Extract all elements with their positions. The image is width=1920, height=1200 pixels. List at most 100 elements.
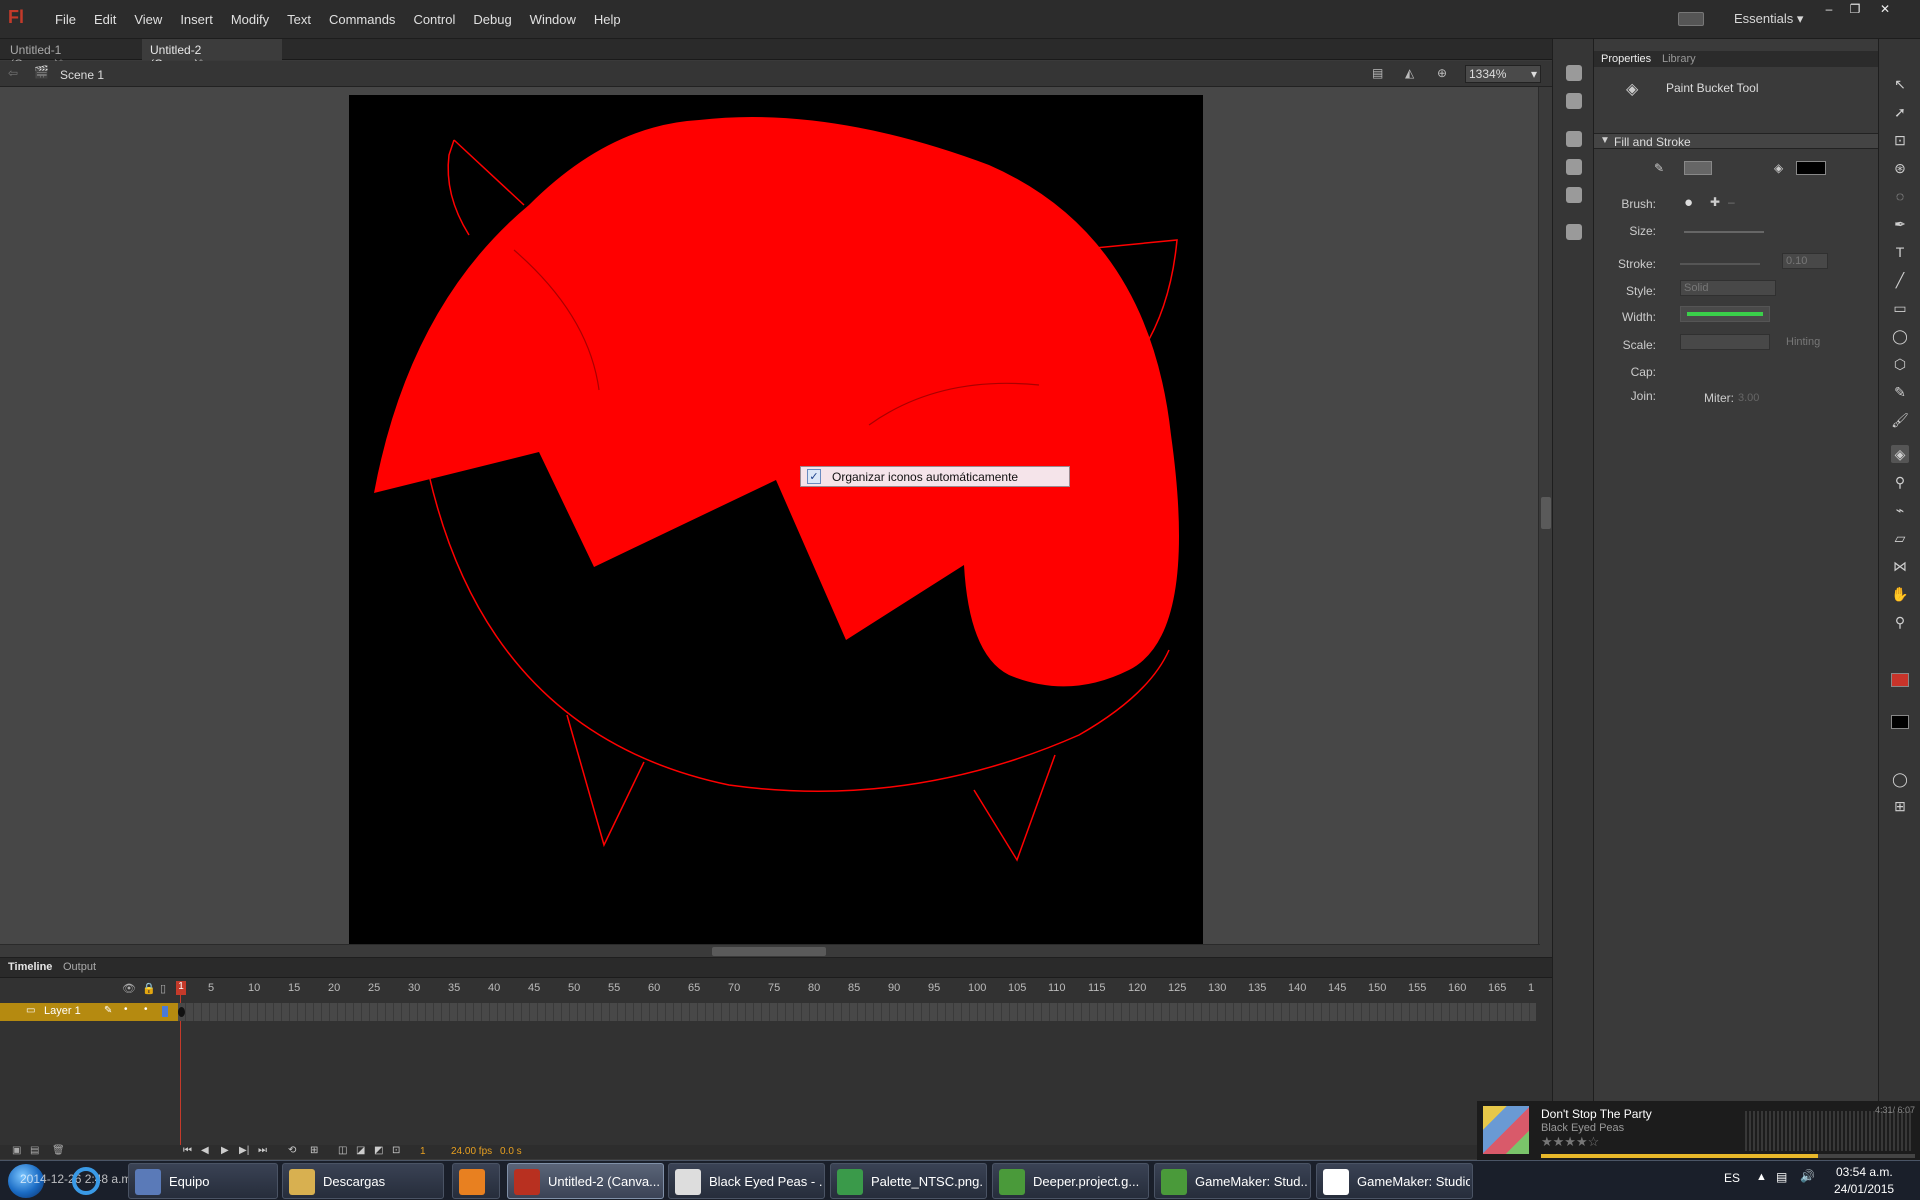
volume-icon[interactable]: 🔊: [1800, 1169, 1815, 1183]
tab-untitled-1[interactable]: Untitled-1 (Canvas)*×: [2, 39, 142, 71]
menu-text[interactable]: Text: [278, 12, 320, 27]
frames-row[interactable]: [178, 1003, 1536, 1021]
color-panel-icon[interactable]: [1566, 93, 1582, 109]
workspace-switcher[interactable]: Essentials ▾: [1734, 11, 1803, 27]
delete-icon[interactable]: 🗑: [52, 1145, 65, 1156]
stage-area[interactable]: [0, 87, 1540, 957]
clock-time[interactable]: 03:54 a.m.: [1836, 1165, 1893, 1179]
layer-color-swatch[interactable]: [162, 1006, 168, 1017]
taskbar-button[interactable]: Palette_NTSC.png...: [830, 1163, 987, 1199]
scale-select[interactable]: [1680, 334, 1770, 350]
hinting-checkbox[interactable]: Hinting: [1786, 336, 1820, 348]
taskbar-button[interactable]: GameMaker: Studio: [1316, 1163, 1473, 1199]
oval-tool-icon[interactable]: ◯: [1891, 327, 1909, 345]
snap-icon[interactable]: ⊞: [1891, 797, 1909, 815]
edit-scene-icon[interactable]: ▤: [1372, 66, 1383, 80]
lock-icon[interactable]: 🔒: [142, 982, 156, 995]
prev-frame-icon[interactable]: ◀: [201, 1145, 209, 1156]
menu-insert[interactable]: Insert: [171, 12, 222, 27]
plus-icon[interactable]: ✚: [1710, 195, 1720, 209]
keyframe-dot[interactable]: [178, 1007, 185, 1017]
taskbar-button[interactable]: Untitled-2 (Canva...: [507, 1163, 664, 1199]
eyedropper-tool-icon[interactable]: ⌁: [1891, 501, 1909, 519]
back-arrow-icon[interactable]: ⇦: [8, 66, 18, 80]
loop-icon[interactable]: ⟲: [288, 1145, 296, 1156]
horizontal-scrollbar[interactable]: [0, 944, 1540, 957]
brush-shape-icon[interactable]: ●: [1684, 194, 1693, 211]
menu-file[interactable]: File: [46, 12, 85, 27]
play-icon[interactable]: ▶: [221, 1145, 229, 1156]
center-stage-icon[interactable]: ⊕: [1437, 66, 1447, 80]
eye-icon[interactable]: 👁: [122, 982, 136, 995]
stage-canvas[interactable]: [349, 95, 1203, 944]
menu-commands[interactable]: Commands: [320, 12, 404, 27]
tab-library[interactable]: Library: [1662, 53, 1696, 65]
track-progress[interactable]: [1541, 1154, 1915, 1158]
brush-tool-icon[interactable]: 🖌: [1891, 411, 1909, 429]
3d-rotation-tool-icon[interactable]: ⊛: [1891, 159, 1909, 177]
taskbar-button[interactable]: Descargas: [282, 1163, 444, 1199]
layer-row[interactable]: ▭ Layer 1 ✎ • •: [0, 1003, 178, 1021]
hand-tool-icon[interactable]: ✋: [1891, 585, 1909, 603]
outline-icon[interactable]: ▯: [160, 982, 166, 995]
menu-edit[interactable]: Edit: [85, 12, 125, 27]
fill-color-tool[interactable]: [1891, 715, 1909, 729]
vertical-scrollbar[interactable]: [1538, 87, 1552, 945]
rating-stars[interactable]: ★★★★☆: [1541, 1134, 1599, 1150]
taskbar-button[interactable]: [452, 1163, 500, 1199]
minus-icon[interactable]: –: [1728, 195, 1735, 209]
menu-control[interactable]: Control: [404, 12, 464, 27]
pen-tool-icon[interactable]: ✒: [1891, 215, 1909, 233]
context-menu-item[interactable]: ✓ Organizar iconos automáticamente: [800, 466, 1070, 487]
stroke-color-swatch[interactable]: [1684, 161, 1712, 175]
tab-timeline[interactable]: Timeline: [8, 961, 52, 973]
stroke-width-field[interactable]: 0.10: [1782, 253, 1828, 269]
taskbar-button[interactable]: Black Eyed Peas - ...: [668, 1163, 825, 1199]
tab-output[interactable]: Output: [63, 961, 96, 973]
width-profile-select[interactable]: [1680, 306, 1770, 322]
playhead[interactable]: 1: [176, 981, 186, 995]
frame-ruler[interactable]: 5 10 15 20 25 30 35 40 45 50 55 60 65 70 75 80 85 90 95 100…: [178, 980, 1536, 996]
artwork[interactable]: [349, 95, 1203, 944]
zoom-tool-icon[interactable]: ⚲: [1891, 613, 1909, 631]
first-frame-icon[interactable]: ⏮: [183, 1145, 192, 1156]
minimize-button[interactable]: –: [1818, 2, 1840, 18]
subselection-tool-icon[interactable]: ➚: [1891, 103, 1909, 121]
language-indicator[interactable]: ES: [1724, 1171, 1740, 1185]
miter-field[interactable]: 3.00: [1738, 392, 1759, 404]
lock-dot-icon[interactable]: •: [144, 1004, 148, 1015]
onion-skin-icon[interactable]: ◫: [338, 1145, 347, 1156]
taskbar-button[interactable]: Deeper.project.g...: [992, 1163, 1149, 1199]
edit-symbols-icon[interactable]: ◭: [1405, 66, 1414, 80]
selection-tool-icon[interactable]: ↖: [1891, 75, 1909, 93]
new-folder-icon[interactable]: ▤: [30, 1145, 39, 1156]
lasso-tool-icon[interactable]: ◌: [1891, 187, 1909, 205]
width-tool-icon[interactable]: ⋈: [1891, 557, 1909, 575]
media-player-widget[interactable]: Don't Stop The Party Black Eyed Peas ★★★…: [1477, 1101, 1920, 1160]
transform-icon[interactable]: [1566, 187, 1582, 203]
visible-dot-icon[interactable]: •: [124, 1004, 128, 1015]
network-icon[interactable]: ▤: [1776, 1170, 1787, 1184]
fill-color-swatch[interactable]: [1796, 161, 1826, 175]
menu-debug[interactable]: Debug: [464, 12, 520, 27]
last-frame-icon[interactable]: ⏭: [258, 1145, 267, 1156]
internet-explorer-icon[interactable]: [72, 1167, 100, 1195]
bone-tool-icon[interactable]: ⚲: [1891, 473, 1909, 491]
tab-properties[interactable]: Properties: [1601, 53, 1651, 65]
fill-stroke-section[interactable]: ▼ Fill and Stroke: [1594, 133, 1878, 149]
line-tool-icon[interactable]: ╱: [1891, 271, 1909, 289]
taskbar-button[interactable]: Equipo: [128, 1163, 278, 1199]
align-icon[interactable]: [1566, 131, 1582, 147]
free-transform-tool-icon[interactable]: ⊡: [1891, 131, 1909, 149]
menu-window[interactable]: Window: [521, 12, 585, 27]
paint-bucket-tool-icon[interactable]: ◈: [1891, 445, 1909, 463]
edit-multiple-icon[interactable]: ◩: [374, 1145, 383, 1156]
current-frame[interactable]: 1: [420, 1146, 426, 1157]
show-hidden-icons[interactable]: ▲: [1756, 1171, 1767, 1183]
restore-button[interactable]: ❐: [1844, 2, 1866, 18]
pencil-tool-icon[interactable]: ✎: [1891, 383, 1909, 401]
clock-date[interactable]: 24/01/2015: [1834, 1182, 1894, 1196]
close-button[interactable]: ✕: [1874, 2, 1896, 18]
stroke-color-tool[interactable]: [1891, 673, 1909, 687]
taskbar-button[interactable]: GameMaker: Stud...: [1154, 1163, 1311, 1199]
